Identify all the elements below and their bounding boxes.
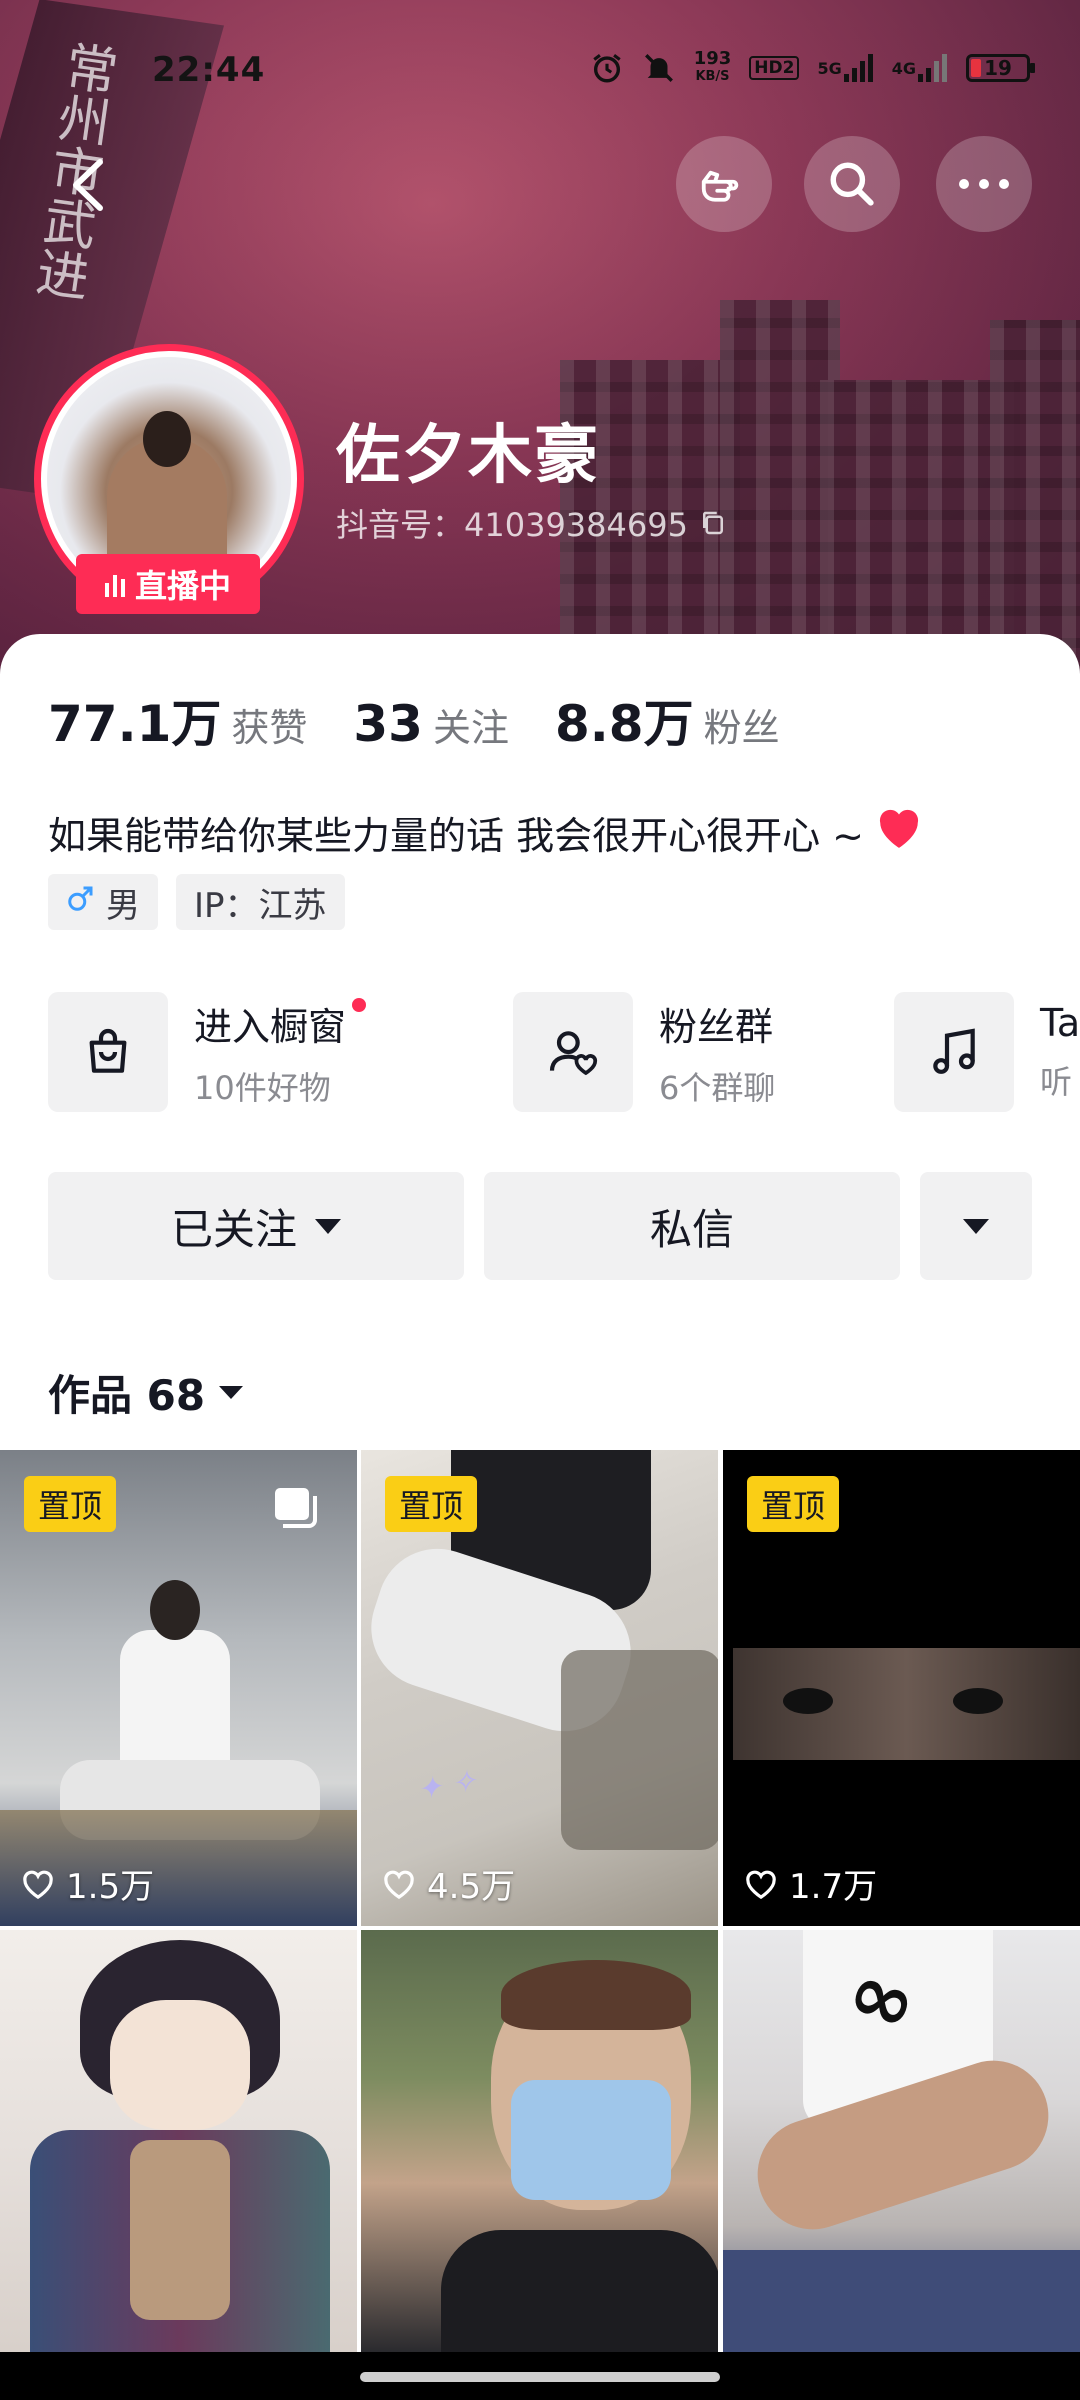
multi-image-icon bbox=[273, 1486, 321, 1534]
entry-fan-group-subtitle: 6个群聊 bbox=[659, 1068, 776, 1107]
alarm-icon bbox=[590, 51, 624, 85]
net-4g-label: 4G bbox=[891, 58, 916, 78]
caret-down-icon bbox=[315, 1218, 341, 1234]
video-thumbnail[interactable]: 置顶 1.7万 bbox=[723, 1450, 1080, 1926]
entry-showcase[interactable]: 进入橱窗 10件好物 bbox=[48, 992, 367, 1112]
caret-down-icon bbox=[219, 1386, 244, 1399]
live-bars-icon bbox=[104, 571, 125, 597]
followed-button-label: 已关注 bbox=[170, 1204, 297, 1254]
net-speed: 193 KB/S bbox=[694, 50, 732, 86]
message-button-label: 私信 bbox=[649, 1204, 734, 1254]
stat-likes-label: 获赞 bbox=[231, 706, 308, 750]
stat-likes-number: 77.1万 bbox=[48, 695, 222, 753]
heart-outline-icon bbox=[746, 1870, 776, 1899]
net-speed-unit: KB/S bbox=[695, 69, 730, 84]
profile-card: 77.1万 获赞 33 关注 8.8万 粉丝 如果能带给你某些力量的话 我会很开心很开… bbox=[0, 634, 1080, 1450]
video-thumbnail[interactable]: ∞ bbox=[723, 1930, 1080, 2352]
stat-followers[interactable]: 8.8万 粉丝 bbox=[555, 684, 780, 756]
stat-following-label: 关注 bbox=[432, 706, 509, 750]
video-likes-count: 1.5万 bbox=[66, 1867, 155, 1907]
bio-text: 如果能带给你某些力量的话 我会很开心很开心 ~ bbox=[48, 814, 865, 858]
signal-5g-icon: 5G bbox=[817, 54, 873, 82]
video-likes-count: 1.7万 bbox=[789, 1867, 878, 1907]
status-icons: 193 KB/S HD2 5G 4G 19 bbox=[590, 50, 1035, 86]
entry-showcase-subtitle: 10件好物 bbox=[194, 1068, 331, 1107]
entry-music-title: Ta bbox=[1040, 1001, 1080, 1045]
video-thumbnail[interactable] bbox=[361, 1930, 718, 2352]
battery-icon: 19 bbox=[966, 54, 1035, 82]
stats-row: 77.1万 获赞 33 关注 8.8万 粉丝 bbox=[48, 684, 780, 756]
chevron-left-icon bbox=[73, 159, 103, 211]
ip-text: IP：江苏 bbox=[194, 885, 327, 926]
pinned-badge: 置顶 bbox=[385, 1476, 478, 1532]
search-button[interactable] bbox=[804, 136, 900, 232]
gender-tag: 男 bbox=[48, 874, 158, 930]
caret-down-icon bbox=[963, 1218, 989, 1234]
net-5g-label: 5G bbox=[817, 58, 842, 78]
heart-outline-icon bbox=[384, 1870, 414, 1899]
works-tab-label: 作品 68 bbox=[48, 1371, 206, 1420]
copy-icon[interactable] bbox=[698, 508, 728, 538]
profile-name: 佐夕木豪 bbox=[336, 419, 600, 493]
video-thumbnail[interactable] bbox=[0, 1930, 357, 2352]
gender-text: 男 bbox=[106, 885, 140, 926]
pinned-badge: 置顶 bbox=[747, 1476, 840, 1532]
tags-row: 男 IP：江苏 bbox=[48, 874, 345, 930]
douyin-id: 抖音号：41039384695 bbox=[336, 506, 688, 544]
entry-fan-group-title: 粉丝群 bbox=[659, 1004, 774, 1049]
more-button[interactable] bbox=[936, 136, 1032, 232]
entry-fan-group[interactable]: 粉丝群 6个群聊 bbox=[513, 992, 775, 1112]
music-note-icon bbox=[894, 992, 1014, 1112]
message-button[interactable]: 私信 bbox=[484, 1172, 900, 1280]
heart-outline-icon bbox=[23, 1870, 53, 1899]
back-button[interactable] bbox=[60, 150, 120, 220]
douyin-id-row[interactable]: 抖音号：41039384695 bbox=[336, 500, 728, 546]
stat-followers-label: 粉丝 bbox=[703, 706, 780, 750]
live-badge-label: 直播中 bbox=[134, 567, 231, 605]
video-likes: 4.5万 bbox=[381, 1859, 515, 1908]
entry-showcase-title: 进入橱窗 bbox=[194, 996, 367, 1051]
shopping-bag-icon bbox=[48, 992, 168, 1112]
followed-button[interactable]: 已关注 bbox=[48, 1172, 464, 1280]
bio: 如果能带给你某些力量的话 我会很开心很开心 ~ bbox=[48, 804, 924, 861]
video-likes-count: 4.5万 bbox=[427, 1867, 516, 1907]
hd-label: HD2 bbox=[754, 58, 795, 78]
live-badge[interactable]: 直播中 bbox=[76, 554, 260, 614]
ip-tag: IP：江苏 bbox=[176, 874, 345, 930]
status-time: 22:44 bbox=[152, 50, 266, 90]
entry-showcase-title-text: 进入橱窗 bbox=[194, 1004, 347, 1049]
entry-music[interactable]: Ta 听 bbox=[894, 992, 1080, 1112]
video-thumbnail[interactable]: ✦ ✧ 置顶 4.5万 bbox=[361, 1450, 718, 1926]
cover-building bbox=[990, 320, 1080, 680]
video-likes: 1.7万 bbox=[743, 1859, 877, 1908]
signal-4g-icon: 4G bbox=[892, 54, 948, 82]
heart-emoji-icon bbox=[874, 804, 924, 861]
status-bar: 22:44 193 KB/S HD2 5G 4G 19 bbox=[0, 0, 1080, 140]
net-speed-value: 193 bbox=[693, 48, 732, 69]
entry-music-subtitle: 听 bbox=[1040, 1063, 1073, 1101]
pinned-badge: 置顶 bbox=[24, 1476, 117, 1532]
search-icon bbox=[830, 162, 874, 206]
works-tab[interactable]: 作品 68 bbox=[48, 1362, 244, 1423]
stat-followers-number: 8.8万 bbox=[555, 695, 694, 753]
hd-badge: HD2 bbox=[749, 56, 800, 80]
video-likes: 1.5万 bbox=[20, 1859, 154, 1908]
video-grid: 置顶 1.5万 ✦ ✧ 置顶 4.5万 置顶 1.7万 ∞ bbox=[0, 1450, 1080, 2352]
stat-likes: 77.1万 获赞 bbox=[48, 684, 307, 756]
hand-pointer-icon bbox=[701, 170, 739, 202]
mute-bell-icon bbox=[642, 51, 676, 85]
recommend-dropdown-button[interactable] bbox=[920, 1172, 1032, 1280]
gesture-button[interactable] bbox=[676, 136, 772, 232]
shortcut-entries: 进入橱窗 10件好物 粉丝群 6个群聊 Ta 听 bbox=[48, 992, 1080, 1112]
fan-group-icon bbox=[513, 992, 633, 1112]
sticker-decoration: ✦ ✧ bbox=[414, 1763, 480, 1809]
more-dots-icon bbox=[959, 179, 1009, 189]
male-icon bbox=[66, 882, 96, 922]
stat-following-number: 33 bbox=[353, 695, 423, 753]
battery-level: 19 bbox=[984, 56, 1012, 80]
stat-following[interactable]: 33 关注 bbox=[353, 695, 509, 753]
notification-dot bbox=[352, 997, 367, 1012]
home-indicator[interactable] bbox=[360, 2372, 720, 2382]
video-thumbnail[interactable]: 置顶 1.5万 bbox=[0, 1450, 357, 1926]
